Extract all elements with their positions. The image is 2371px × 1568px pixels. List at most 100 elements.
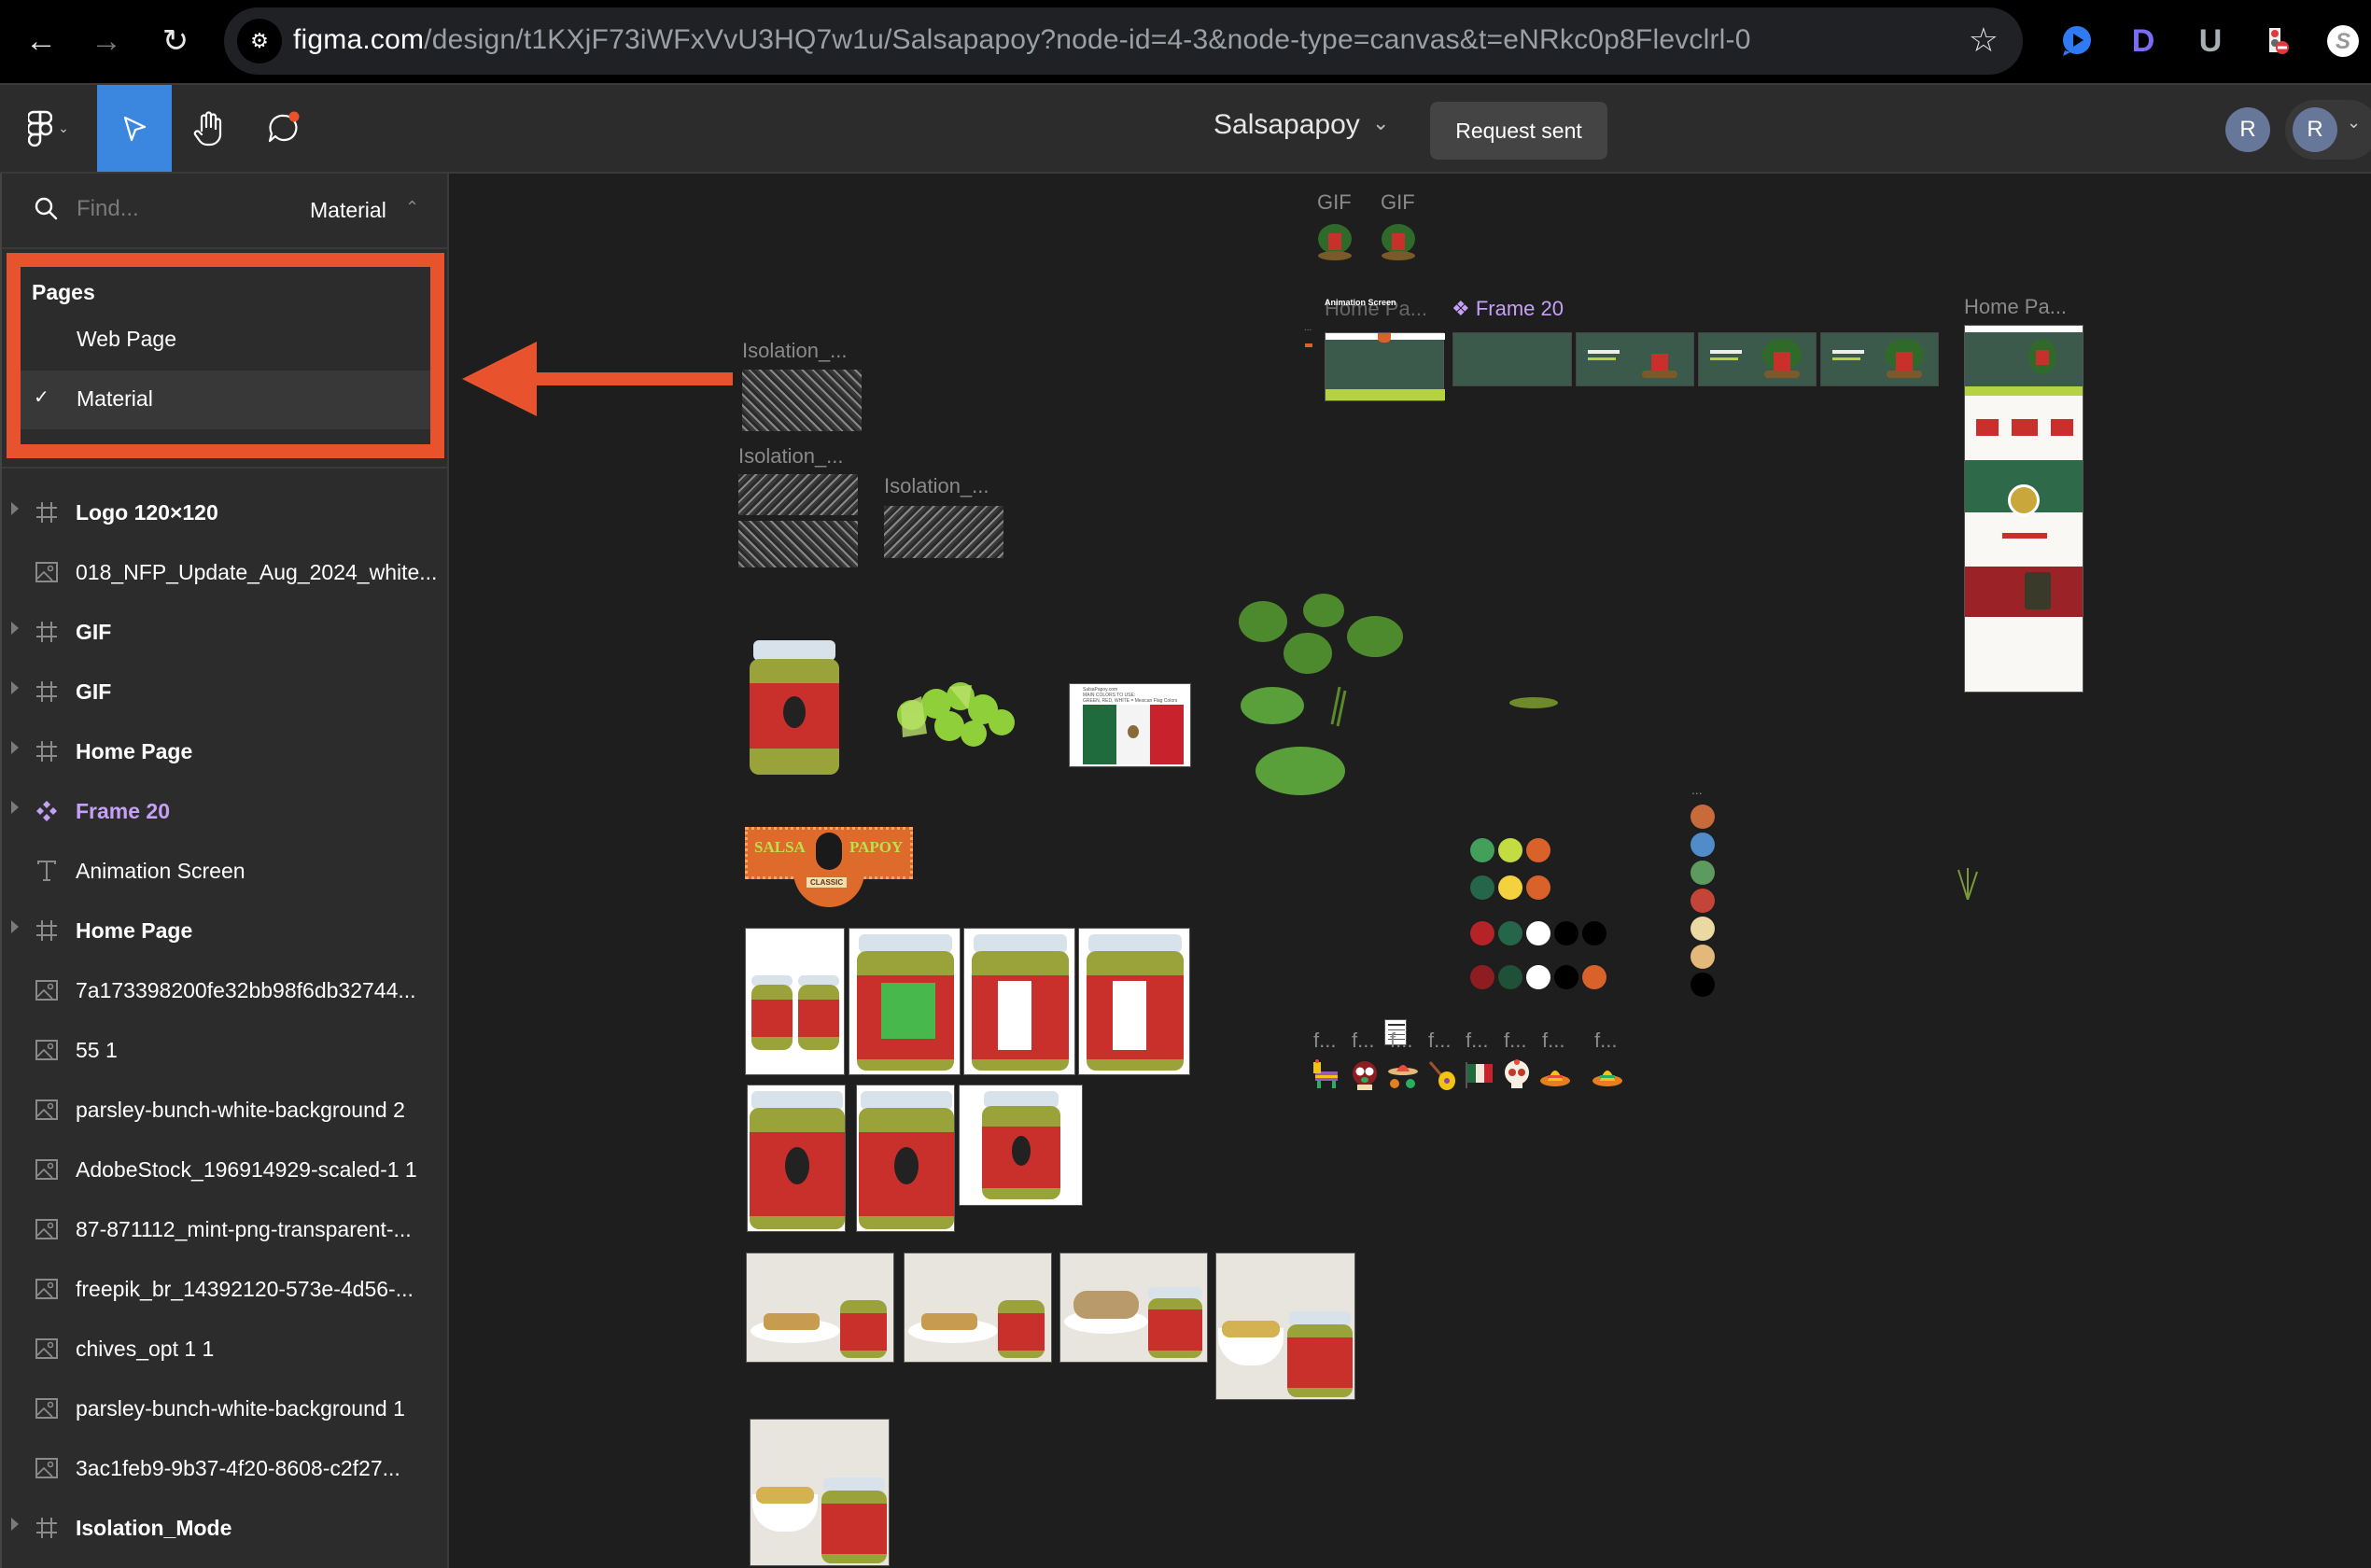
- color-swatch[interactable]: [1470, 921, 1494, 945]
- sombrero-maracas-icon[interactable]: [1386, 1058, 1420, 1092]
- page-item-web-page[interactable]: Web Page: [21, 311, 430, 370]
- food-photo[interactable]: [1215, 1253, 1355, 1400]
- hand-tool-button[interactable]: [183, 85, 235, 172]
- forward-button[interactable]: →: [86, 21, 127, 62]
- herbs-images[interactable]: [1235, 594, 1431, 799]
- food-photo[interactable]: [1059, 1253, 1208, 1363]
- u-extension-icon[interactable]: U: [2192, 22, 2229, 60]
- layer-row[interactable]: 7a173398200fe32bb98f6db32744...: [2, 961, 449, 1021]
- color-swatch[interactable]: [1526, 875, 1550, 900]
- frame-label-home-page[interactable]: Home Pa...: [1964, 295, 2067, 319]
- layer-row[interactable]: freepik_br_14392120-573e-4d56-...: [2, 1260, 449, 1320]
- guitar-icon[interactable]: [1424, 1058, 1458, 1092]
- layer-row[interactable]: 55 1: [2, 1021, 449, 1081]
- icon-frame-label[interactable]: f...: [1542, 1029, 1564, 1053]
- layer-row[interactable]: chives_opt 1 1: [2, 1320, 449, 1379]
- blocker-extension-icon[interactable]: [2259, 22, 2296, 60]
- site-info-button[interactable]: ⚙: [237, 19, 282, 63]
- layer-row[interactable]: GIF: [2, 603, 449, 663]
- screen-recorder-extension-icon[interactable]: [2057, 22, 2095, 60]
- home-page-frame[interactable]: [1964, 325, 2083, 693]
- frame20-variant[interactable]: [1820, 332, 1939, 386]
- sombrero-2-icon[interactable]: [1591, 1058, 1624, 1092]
- frame-label-isolation[interactable]: Isolation_...: [884, 474, 989, 498]
- expand-caret-icon[interactable]: [11, 920, 19, 933]
- color-swatch[interactable]: [1498, 965, 1522, 989]
- flag-reference-image[interactable]: SalsaPapoy.com MAIN COLORS TO USE: GREEN…: [1069, 683, 1191, 767]
- icon-frame-label[interactable]: f...: [1428, 1029, 1451, 1053]
- expand-caret-icon[interactable]: [11, 801, 19, 814]
- color-swatch[interactable]: [1498, 838, 1522, 862]
- color-swatch[interactable]: [1691, 945, 1715, 969]
- icon-frame-label[interactable]: f...: [1313, 1029, 1336, 1053]
- color-swatch[interactable]: [1526, 838, 1550, 862]
- icon-frame-label[interactable]: f...: [1390, 1029, 1412, 1053]
- url-text[interactable]: figma.com/design/t1KXjF73iWFxVvU3HQ7w1u/…: [293, 24, 1751, 56]
- user-menu-chevron-icon[interactable]: ⌄: [2347, 113, 2361, 133]
- page-switcher[interactable]: Material: [310, 198, 386, 223]
- expand-caret-icon[interactable]: [11, 1518, 19, 1531]
- color-swatch[interactable]: [1470, 875, 1494, 900]
- color-swatch[interactable]: [1691, 833, 1715, 857]
- gif-thumbnail[interactable]: [1315, 220, 1354, 261]
- design-canvas[interactable]: Isolation_... Isolation_... Isolation_..…: [451, 174, 2371, 1568]
- food-photo[interactable]: [904, 1253, 1052, 1363]
- product-photo[interactable]: [959, 1085, 1083, 1206]
- color-swatch[interactable]: [1691, 917, 1715, 941]
- expand-caret-icon[interactable]: [11, 681, 19, 694]
- color-swatch[interactable]: [1470, 965, 1494, 989]
- layer-row[interactable]: Logo 120×120: [2, 483, 449, 543]
- color-swatch[interactable]: [1498, 875, 1522, 900]
- find-input[interactable]: [77, 196, 282, 222]
- frame-label-gif[interactable]: GIF: [1381, 190, 1415, 215]
- layer-row[interactable]: parsley-bunch-white-background 2: [2, 1081, 449, 1141]
- address-bar[interactable]: ⚙ figma.com/design/t1KXjF73iWFxVvU3HQ7w1…: [224, 7, 2023, 75]
- salsa-papoy-logo[interactable]: SALSA PAPOY CLASSIC: [745, 818, 913, 911]
- layer-row[interactable]: parsley-bunch-white-background 1: [2, 1379, 449, 1439]
- leaf-image[interactable]: [1506, 692, 1562, 714]
- layer-row[interactable]: Isolation_Mode: [2, 1499, 449, 1559]
- isolation-pattern-thumbnail[interactable]: [884, 506, 1003, 558]
- product-photo[interactable]: [747, 1085, 846, 1232]
- reload-button[interactable]: ↻: [155, 21, 196, 62]
- frame-label-isolation[interactable]: Isolation_...: [738, 444, 844, 469]
- layer-row[interactable]: 018_NFP_Update_Aug_2024_white...: [2, 543, 449, 603]
- frame-label-gif[interactable]: GIF: [1317, 190, 1352, 215]
- frame20-label[interactable]: ❖ Frame 20: [1452, 297, 1564, 321]
- food-photo[interactable]: [746, 1253, 894, 1363]
- layer-row[interactable]: 87-871112_mint-png-transparent-...: [2, 1200, 449, 1260]
- layer-row[interactable]: 3ac1feb9-9b37-4f20-8608-c2f27...: [2, 1439, 449, 1499]
- chevron-up-icon[interactable]: ⌃: [405, 198, 419, 217]
- expand-caret-icon[interactable]: [11, 622, 19, 635]
- color-swatch[interactable]: [1526, 921, 1550, 945]
- sombrero-icon[interactable]: [1538, 1058, 1572, 1092]
- back-button[interactable]: ←: [21, 21, 62, 62]
- icon-frame-label[interactable]: f...: [1594, 1029, 1617, 1053]
- pinata-icon[interactable]: [1310, 1058, 1343, 1092]
- color-swatch[interactable]: [1470, 838, 1494, 862]
- move-tool-button[interactable]: [97, 85, 172, 172]
- frame20-variant[interactable]: [1576, 332, 1694, 386]
- sugar-skull-icon[interactable]: [1500, 1058, 1534, 1092]
- color-swatch[interactable]: [1691, 805, 1715, 829]
- request-sent-button[interactable]: Request sent: [1430, 102, 1607, 160]
- file-menu-chevron-icon[interactable]: ⌄: [1372, 111, 1389, 135]
- color-swatch[interactable]: [1582, 921, 1606, 945]
- layer-row[interactable]: GIF: [2, 663, 449, 722]
- product-photo[interactable]: [849, 928, 961, 1075]
- product-photo[interactable]: [745, 928, 845, 1075]
- color-swatch[interactable]: [1498, 921, 1522, 945]
- icon-frame-label[interactable]: f...: [1352, 1029, 1374, 1053]
- expand-caret-icon[interactable]: [11, 741, 19, 754]
- color-swatch[interactable]: [1691, 861, 1715, 885]
- product-photo[interactable]: [1078, 928, 1190, 1075]
- expand-caret-icon[interactable]: [11, 502, 19, 515]
- frame20-variant[interactable]: [1452, 332, 1572, 386]
- s-extension-icon[interactable]: S: [2324, 22, 2362, 60]
- layer-row[interactable]: Home Page: [2, 722, 449, 782]
- food-photo[interactable]: [750, 1419, 890, 1566]
- layer-row[interactable]: AdobeStock_196914929-scaled-1 1: [2, 1141, 449, 1200]
- product-photo[interactable]: [856, 1085, 955, 1232]
- color-swatch[interactable]: [1554, 965, 1578, 989]
- icon-frame-label[interactable]: f...: [1466, 1029, 1488, 1053]
